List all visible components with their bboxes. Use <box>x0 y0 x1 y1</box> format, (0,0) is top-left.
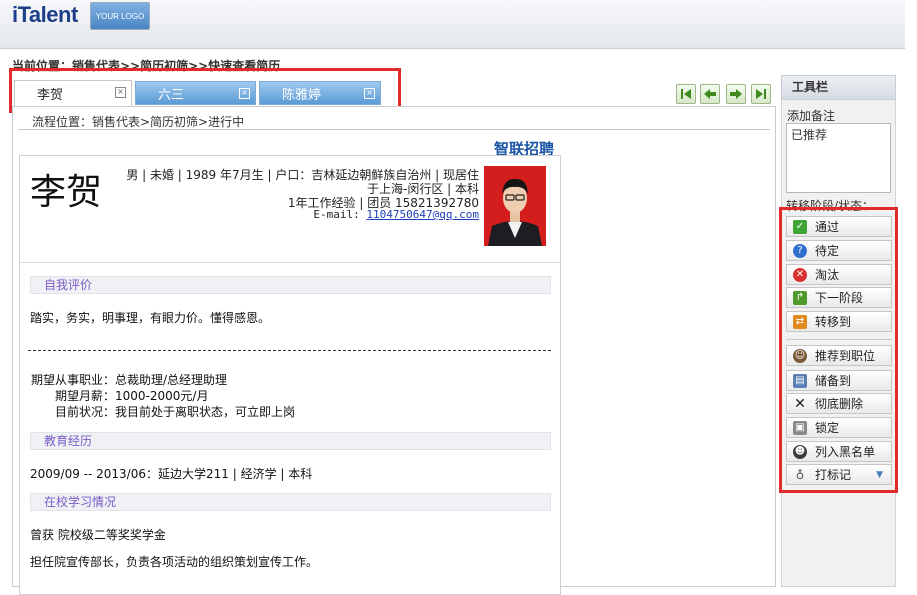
self-eval-text: 踏实，务实，明事理，有眼力价。懂得感恩。 <box>30 311 271 325</box>
email-link[interactable]: 1104750647@qq.com <box>366 208 479 221</box>
prev-record-button[interactable] <box>700 84 720 104</box>
first-record-button[interactable] <box>676 84 696 104</box>
brand-logo: iTalent <box>12 2 78 27</box>
arrow-right-icon <box>730 89 742 99</box>
company-logo: YOUR LOGO <box>90 2 150 30</box>
email-label: E-mail: <box>313 208 360 221</box>
section-campus: 在校学习情况 <box>30 493 551 511</box>
note-label: 添加备注 <box>787 109 836 123</box>
campus-role: 担任院宣传部长，负责各项活动的组织策划宣传工作。 <box>30 555 319 569</box>
last-icon <box>756 89 766 99</box>
current-status: 目前状况：我目前处于离职状态，可立即上岗 <box>55 405 296 419</box>
divider <box>20 262 560 263</box>
process-position: 流程位置：销售代表>简历初筛>进行中 <box>32 115 245 129</box>
section-self-eval: 自我评价 <box>30 276 551 294</box>
first-icon <box>681 89 691 99</box>
dotted-divider <box>28 350 551 351</box>
note-textarea[interactable]: 已推荐 <box>786 123 891 193</box>
toolbar-title: 工具栏 <box>781 75 896 100</box>
candidate-email-row: E-mail: 1104750647@qq.com <box>313 208 479 221</box>
expected-job: 期望从事职业：总裁助理/总经理助理 <box>31 373 228 387</box>
education-text: 2009/09 -- 2013/06：延边大学211 | 经济学 | 本科 <box>30 467 313 481</box>
last-record-button[interactable] <box>751 84 771 104</box>
candidate-photo <box>484 166 546 246</box>
candidate-name: 李贺 <box>30 172 103 213</box>
expected-salary: 期望月薪：1000-2000元/月 <box>55 389 209 403</box>
actions-highlight-box <box>779 207 898 493</box>
section-education: 教育经历 <box>30 432 551 450</box>
next-record-button[interactable] <box>726 84 746 104</box>
divider <box>18 129 770 130</box>
campus-award: 曾获 院校级二等奖奖学金 <box>30 528 166 542</box>
arrow-left-icon <box>704 89 716 99</box>
